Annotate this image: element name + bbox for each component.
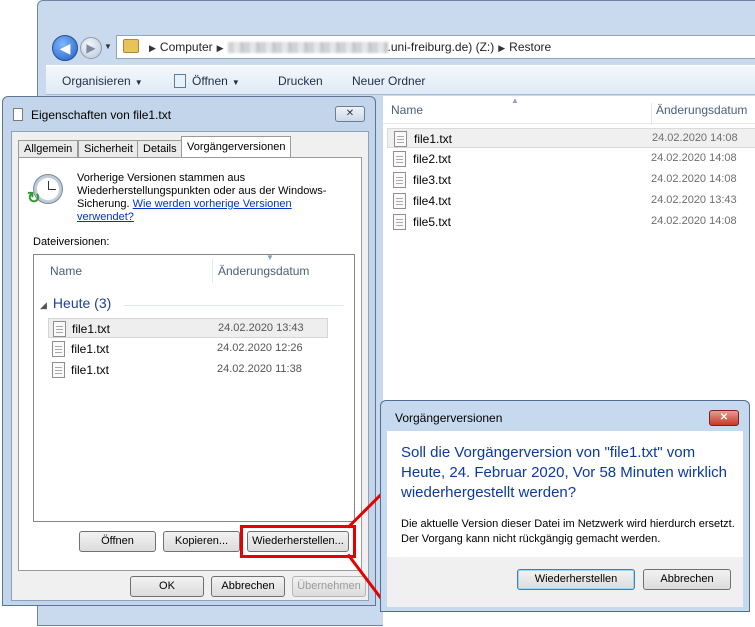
group-label: Heute (3): [52, 295, 112, 311]
ok-button[interactable]: OK: [130, 576, 204, 597]
file-row[interactable]: file3.txt 24.02.2020 14:08: [387, 170, 755, 190]
chevron-right-icon: ▶: [149, 43, 156, 53]
version-name: file1.txt: [71, 342, 110, 356]
breadcrumb-restore[interactable]: Restore: [509, 40, 551, 54]
file-date: 24.02.2020 13:43: [651, 194, 737, 206]
column-header-date[interactable]: Änderungsdatum: [651, 103, 747, 125]
properties-dialog: Eigenschaften von file1.txt ✕ Allgemein …: [2, 96, 376, 606]
text-file-icon: [393, 193, 406, 209]
file-row[interactable]: file1.txt 24.02.2020 14:08: [387, 128, 755, 148]
redacted-server-name: [227, 42, 388, 54]
previous-versions-panel: ↻ Vorherige Versionen stammen aus Wieder…: [18, 157, 362, 571]
collapse-triangle-icon: ◢: [40, 300, 47, 310]
document-icon: [13, 108, 23, 121]
close-button[interactable]: ✕: [709, 410, 739, 426]
group-divider: [124, 305, 344, 306]
tab-details[interactable]: Details: [137, 140, 183, 158]
confirm-cancel-button[interactable]: Abbrechen: [643, 569, 731, 590]
group-header-today[interactable]: ◢ Heute (3): [40, 295, 111, 311]
file-name: file3.txt: [413, 173, 452, 187]
print-button[interactable]: Drucken: [278, 74, 323, 88]
close-button[interactable]: ✕: [335, 106, 365, 122]
version-row[interactable]: file1.txt 24.02.2020 13:43: [48, 318, 328, 338]
file-date: 24.02.2020 14:08: [651, 215, 737, 227]
back-arrow-icon[interactable]: ◀: [52, 35, 78, 61]
address-bar[interactable]: ▶ Computer ▶ .uni-freiburg.de) (Z:) ▶ Restore: [116, 35, 755, 59]
highlight-frame: [240, 525, 356, 558]
file-list-header: ▲ Name Änderungsdatum: [383, 96, 755, 125]
cancel-button[interactable]: Abbrechen: [211, 576, 285, 597]
properties-titlebar: Eigenschaften von file1.txt ✕: [3, 97, 375, 129]
breadcrumb-computer[interactable]: Computer: [160, 40, 213, 54]
column-header-name[interactable]: Name: [391, 103, 423, 117]
text-file-icon: [393, 214, 406, 230]
tab-previous-versions[interactable]: Vorgängerversionen: [181, 136, 292, 159]
text-file-icon: [52, 362, 65, 378]
column-header-date[interactable]: Änderungsdatum: [212, 259, 309, 283]
new-folder-button[interactable]: Neuer Ordner: [352, 74, 425, 88]
address-path: ▶ Computer ▶ .uni-freiburg.de) (Z:) ▶ Restore: [145, 40, 551, 54]
copy-version-button[interactable]: Kopieren...: [163, 531, 240, 552]
confirm-footer: Wiederherstellen Abbrechen: [387, 557, 743, 607]
confirm-dialog: Vorgängerversionen ✕ Soll die Vorgängerv…: [380, 400, 750, 612]
document-icon: [174, 74, 186, 88]
confirm-restore-button[interactable]: Wiederherstellen: [517, 569, 635, 590]
forward-arrow-icon[interactable]: ▶: [80, 37, 102, 59]
open-menu[interactable]: Öffnen ▼: [174, 74, 240, 88]
text-file-icon: [394, 131, 407, 147]
sort-ascending-icon: ▲: [511, 96, 519, 105]
breadcrumb-drive[interactable]: .uni-freiburg.de) (Z:): [388, 40, 495, 54]
chevron-right-icon: ▶: [498, 43, 506, 53]
open-label: Öffnen: [192, 74, 228, 88]
caret-down-icon: ▼: [134, 78, 143, 87]
versions-list: ▼ Name Änderungsdatum ◢ Heute (3) file1.t…: [33, 253, 355, 522]
confirm-question: Soll die Vorgängerversion von "file1.txt…: [401, 444, 728, 501]
restore-arrow-icon: ↻: [27, 190, 41, 207]
file-date: 24.02.2020 14:08: [651, 173, 737, 185]
version-name: file1.txt: [71, 363, 110, 377]
chevron-right-icon: ▶: [216, 43, 224, 53]
tab-security[interactable]: Sicherheit: [78, 140, 139, 158]
file-row[interactable]: file2.txt 24.02.2020 14:08: [387, 149, 755, 169]
confirm-detail: Die aktuelle Version dieser Datei im Net…: [401, 518, 735, 545]
apply-button[interactable]: Übernehmen: [292, 576, 366, 597]
version-row[interactable]: file1.txt 24.02.2020 11:38: [48, 360, 328, 380]
version-name: file1.txt: [72, 322, 111, 336]
file-name: file2.txt: [413, 152, 452, 166]
navigation-bar: ◀ ▶ ▼ ▶ Computer ▶ .uni-freiburg.de) (Z:) ▶ R…: [44, 31, 755, 61]
file-row[interactable]: file4.txt 24.02.2020 13:43: [387, 191, 755, 211]
version-date: 24.02.2020 11:38: [217, 363, 302, 375]
version-date: 24.02.2020 13:43: [218, 322, 304, 334]
confirm-body: Soll die Vorgängerversion von "file1.txt…: [387, 431, 743, 557]
tab-general[interactable]: Allgemein: [18, 140, 79, 158]
organize-menu[interactable]: Organisieren ▼: [62, 74, 143, 88]
file-name: file5.txt: [413, 215, 452, 229]
text-file-icon: [53, 321, 66, 337]
properties-title: Eigenschaften von file1.txt: [31, 108, 172, 122]
text-file-icon: [52, 341, 65, 357]
confirm-title: Vorgängerversionen: [395, 411, 503, 425]
folder-icon: [123, 39, 139, 53]
organize-label: Organisieren: [62, 74, 131, 88]
file-date: 24.02.2020 14:08: [651, 152, 737, 164]
versions-label: Dateiversionen:: [33, 236, 110, 248]
caret-down-icon: ▼: [231, 78, 240, 87]
intro-text: Vorherige Versionen stammen aus Wiederhe…: [77, 172, 337, 224]
properties-body: Allgemein Sicherheit Details Vorgängerve…: [11, 131, 369, 601]
file-name: file1.txt: [414, 132, 453, 146]
file-name: file4.txt: [413, 194, 452, 208]
version-row[interactable]: file1.txt 24.02.2020 12:26: [48, 339, 328, 359]
file-date: 24.02.2020 14:08: [652, 132, 738, 144]
file-row[interactable]: file5.txt 24.02.2020 14:08: [387, 212, 755, 232]
column-header-name[interactable]: Name: [50, 264, 82, 278]
version-date: 24.02.2020 12:26: [217, 342, 303, 354]
open-version-button[interactable]: Öffnen: [79, 531, 156, 552]
history-dropdown-icon[interactable]: ▼: [104, 42, 112, 51]
command-bar: Organisieren ▼ Öffnen ▼ Drucken Neuer Ordn…: [46, 65, 755, 95]
text-file-icon: [393, 151, 406, 167]
text-file-icon: [393, 172, 406, 188]
